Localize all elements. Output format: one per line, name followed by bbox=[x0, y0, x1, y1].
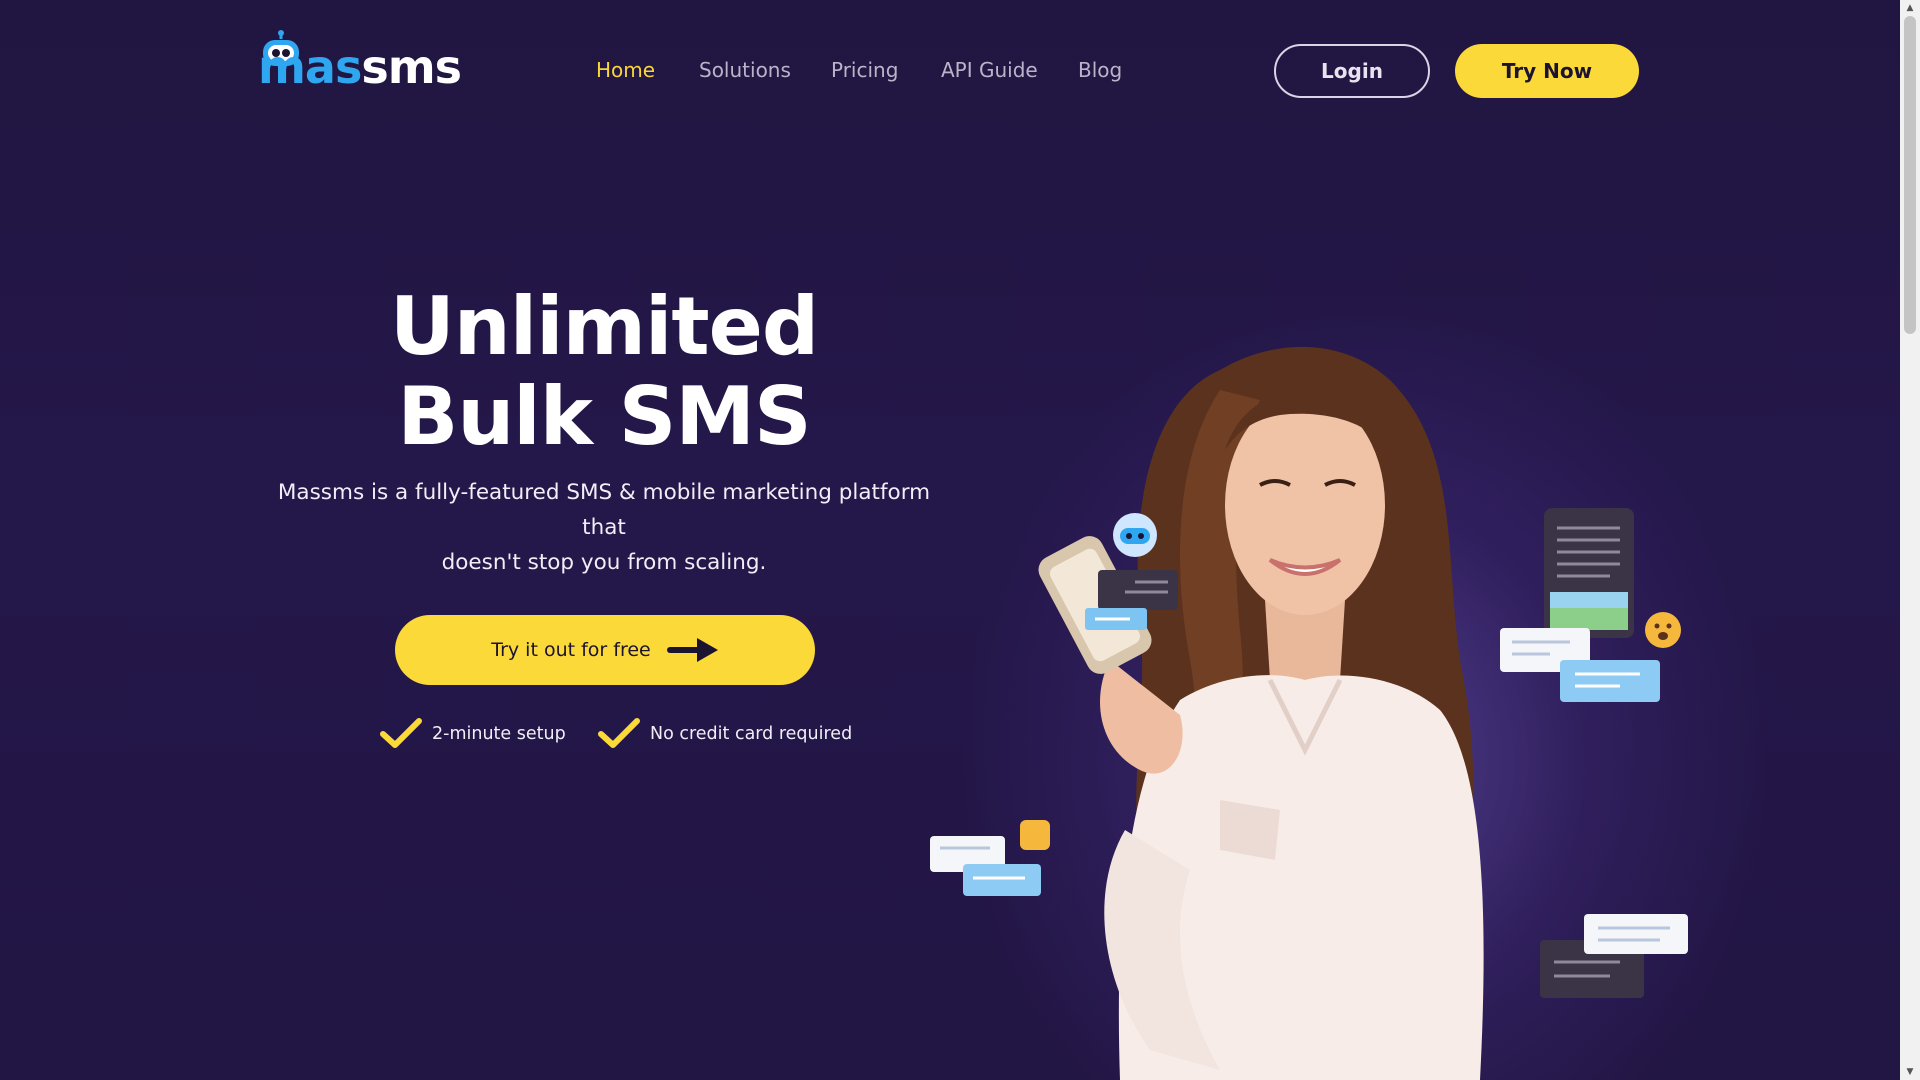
nav-link-solutions[interactable]: Solutions bbox=[699, 58, 791, 82]
page-scrollbar[interactable]: ▲ ▼ bbox=[1900, 0, 1920, 1080]
light-chat-bubbles-right bbox=[1500, 628, 1660, 702]
thumbs-up-chat-bubbles bbox=[930, 820, 1050, 896]
document-card bbox=[1544, 508, 1634, 638]
nav-link-blog[interactable]: Blog bbox=[1078, 58, 1122, 82]
check-icon bbox=[380, 718, 422, 748]
check-icon bbox=[598, 718, 640, 748]
hero-illustration bbox=[920, 330, 1710, 1080]
arrow-right-icon bbox=[666, 638, 718, 662]
chevron-down-icon[interactable]: ▼ bbox=[1900, 1064, 1920, 1080]
thumbs-up-icon bbox=[1020, 820, 1050, 850]
nav-link-home[interactable]: Home bbox=[596, 58, 655, 82]
nav-link-pricing[interactable]: Pricing bbox=[831, 58, 898, 82]
feature-setup: 2-minute setup bbox=[380, 718, 566, 750]
scrollbar-thumb[interactable] bbox=[1904, 16, 1916, 334]
bottom-right-chat-bubbles bbox=[1540, 914, 1688, 998]
login-button[interactable]: Login bbox=[1274, 44, 1430, 98]
try-now-button[interactable]: Try Now bbox=[1455, 44, 1639, 98]
feature-no-card-label: No credit card required bbox=[650, 724, 853, 744]
hero-subtitle: Massms is a fully-featured SMS & mobile … bbox=[270, 475, 938, 580]
hero-subtitle-line-2: doesn't stop you from scaling. bbox=[441, 550, 767, 575]
hero-subtitle-line-1: Massms is a fully-featured SMS & mobile … bbox=[277, 480, 931, 540]
chevron-up-icon[interactable]: ▲ bbox=[1900, 0, 1920, 16]
try-free-label: Try it out for free bbox=[491, 639, 651, 661]
hero-title: Unlimited Bulk SMS bbox=[270, 282, 938, 462]
robot-chat-icon bbox=[1113, 513, 1157, 557]
nav-link-api-guide[interactable]: API Guide bbox=[941, 58, 1038, 82]
feature-setup-label: 2-minute setup bbox=[432, 724, 566, 744]
woman-with-phone-image bbox=[930, 346, 1688, 1080]
hero-title-line-1: Unlimited bbox=[389, 280, 819, 373]
try-free-button[interactable]: Try it out for free bbox=[395, 615, 815, 685]
feature-no-card: No credit card required bbox=[598, 718, 852, 750]
hero-title-line-2: Bulk SMS bbox=[397, 370, 811, 463]
emoji-icon bbox=[1645, 612, 1681, 648]
